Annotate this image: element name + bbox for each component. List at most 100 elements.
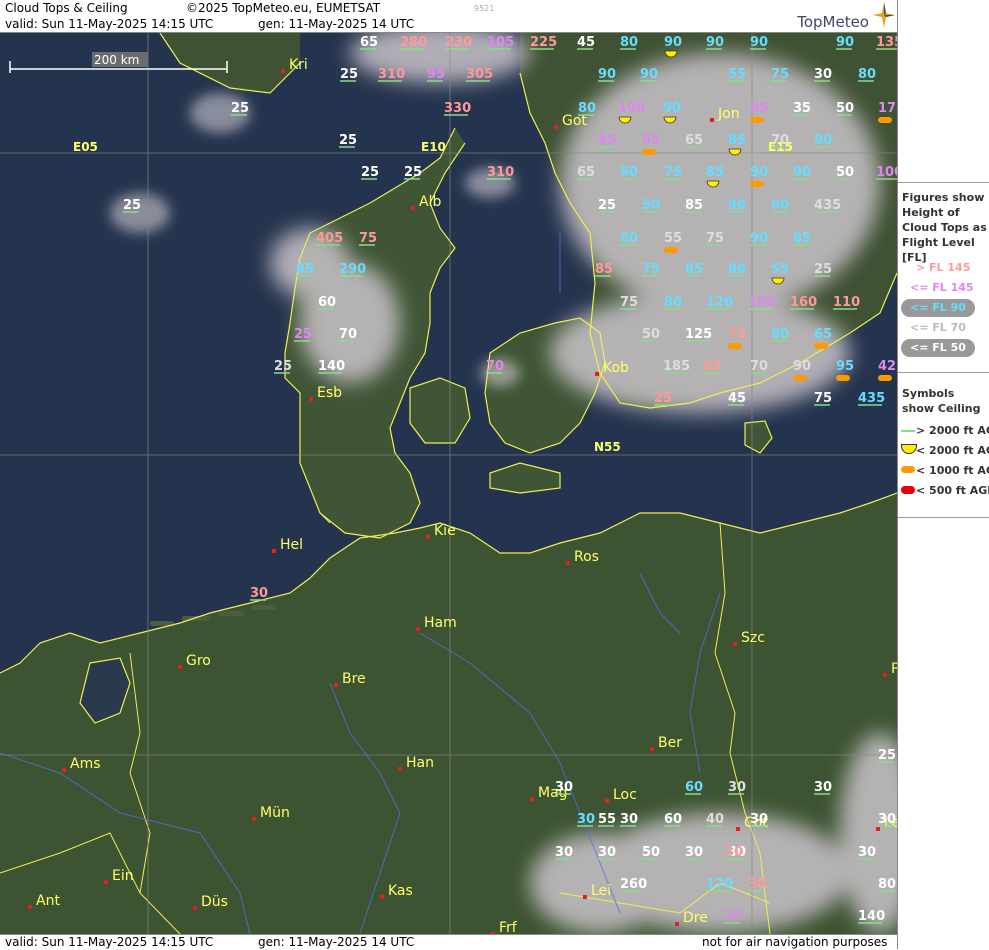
cloud-top-value: 425 [878, 359, 897, 374]
cloud-top-value: 80 [771, 327, 789, 342]
cloud-top-value: 30 [814, 67, 832, 82]
cloud-top-value: 25 [598, 198, 616, 213]
legend-ceil-2000: < 2000 ft AGL [916, 444, 989, 457]
cloud-top-value: 90 [706, 35, 724, 50]
ceiling-below-1000-icon [750, 117, 764, 123]
cloud-top-value: 330 [444, 101, 471, 116]
ceiling-below-1000-icon [793, 375, 807, 381]
city-dot [309, 397, 313, 401]
gridlabel-n55: N55 [594, 440, 621, 454]
city-dot [650, 747, 654, 751]
city-label: Loc [613, 787, 637, 803]
map-title: Cloud Tops & Ceiling [5, 1, 128, 15]
cloud-top-value: 280 [400, 35, 427, 50]
cloud-top-value: 30 [748, 877, 766, 892]
cloud-top-value: 55 [771, 262, 789, 277]
city-label: Frf [499, 920, 518, 934]
city-label: Alb [419, 194, 441, 210]
cloud-top-value: 25 [231, 101, 249, 116]
cloud-top-value: 95 [836, 359, 854, 374]
city-dot [334, 683, 338, 687]
cloud-top-value: 75 [664, 165, 682, 180]
city-dot [595, 372, 599, 376]
cloud-top-value: 90 [814, 133, 832, 148]
ceiling-below-1000-icon [814, 343, 828, 349]
city-dot [876, 827, 880, 831]
legend-ceil-500: < 500 ft AGL [916, 484, 989, 497]
city-dot [272, 549, 276, 553]
compass-star-icon [873, 2, 895, 28]
header-bar: Cloud Tops & Ceiling ©2025 TopMeteo.eu, … [0, 0, 897, 33]
image-id: 9521 [474, 4, 495, 13]
legend-panel: Figures show Height of Cloud Tops as Fli… [897, 0, 989, 949]
cloud-top-value: 25 [340, 67, 358, 82]
city-dot [281, 69, 285, 73]
ceil-green-line-icon [901, 430, 915, 432]
city-dot [566, 561, 570, 565]
cloud-top-value: 90 [793, 359, 811, 374]
cloud-top-value: 50 [642, 198, 660, 213]
cloud-top-value: 55 [598, 812, 616, 827]
gridlabel-e05: E05 [73, 140, 98, 154]
ceiling-below-1000-icon [750, 181, 764, 187]
city-dot [28, 905, 32, 909]
cloud-top-value: 70 [486, 359, 504, 374]
cloud-top-value: 85 [685, 262, 703, 277]
city-dot [675, 922, 679, 926]
ceil-orange-icon [901, 466, 915, 473]
cloud-top-value: 60 [318, 295, 336, 310]
cloud-top-value: 85 [595, 262, 613, 277]
city-dot [252, 817, 256, 821]
city-label: Han [406, 755, 434, 771]
cloud-top-value: 75 [620, 295, 638, 310]
map-area[interactable]: E05 E10 E15 N55 200 km Kri Got Jon Alb Esb Ko… [0, 33, 897, 934]
cloud-top-value: 85 [685, 198, 703, 213]
city-dot [416, 627, 420, 631]
cloud-top-value: 85 [728, 133, 746, 148]
cloud-top-value: 50 [642, 845, 660, 860]
ceil-yellow-icon [901, 444, 917, 454]
ceil-red-icon [901, 486, 915, 494]
cloud-top-value: 35 [793, 101, 811, 116]
cloud-top-value: 65 [577, 165, 595, 180]
city-dot [583, 895, 587, 899]
cloud-top-value: 110 [833, 295, 860, 310]
cloud-top-value: 30 [577, 812, 595, 827]
legend-fl145plus: > FL 145 [916, 261, 971, 274]
gridlabel-e10: E10 [421, 140, 446, 154]
cloud-top-value: 230 [445, 35, 472, 50]
city-dot [62, 768, 66, 772]
city-label: Ros [574, 549, 599, 565]
city-label: Bre [342, 671, 366, 687]
city-dot [411, 206, 415, 210]
cloud-top-value: 120 [706, 295, 733, 310]
legend-tops-title: Figures show Height of Cloud Tops as Fli… [902, 191, 987, 264]
city-label: Ant [36, 893, 60, 909]
city-label: Ber [658, 735, 682, 751]
cloud-top-value: 90 [728, 198, 746, 213]
cloud-top-value: 305 [466, 67, 493, 82]
cloud-top-value: 30 [728, 780, 746, 795]
ceiling-below-1000-icon [878, 375, 892, 381]
cloud-top-value: 100 [618, 101, 645, 116]
cloud-top-value: 25 [123, 198, 141, 213]
valid-time: valid: Sun 11-May-2025 14:15 UTC [5, 17, 214, 31]
cloud-top-value: 90 [750, 231, 768, 246]
cloud-top-value: 60 [771, 198, 789, 213]
footer-generated-time: gen: 11-May-2025 14 UTC [258, 935, 415, 949]
cloud-top-value: 95 [427, 67, 445, 82]
cloud-top-value: 310 [487, 165, 514, 180]
city-dot [883, 673, 887, 677]
cloud-top-value: 85 [793, 231, 811, 246]
cloud-top-value: 90 [836, 35, 854, 50]
cloud-top-value: 85 [296, 262, 314, 277]
cloud-top-value: 125 [685, 327, 712, 342]
cloud-top-value: 70 [750, 359, 768, 374]
cloud-top-value: 90 [640, 67, 658, 82]
legend-fl145: <= FL 145 [910, 281, 974, 294]
cloud-top-value: 25 [654, 391, 672, 406]
cloud-top-value: 90 [598, 67, 616, 82]
ceiling-below-1000-icon [642, 149, 656, 155]
cloud-top-value: 75 [728, 327, 746, 342]
cloud-top-value: 50 [642, 327, 660, 342]
